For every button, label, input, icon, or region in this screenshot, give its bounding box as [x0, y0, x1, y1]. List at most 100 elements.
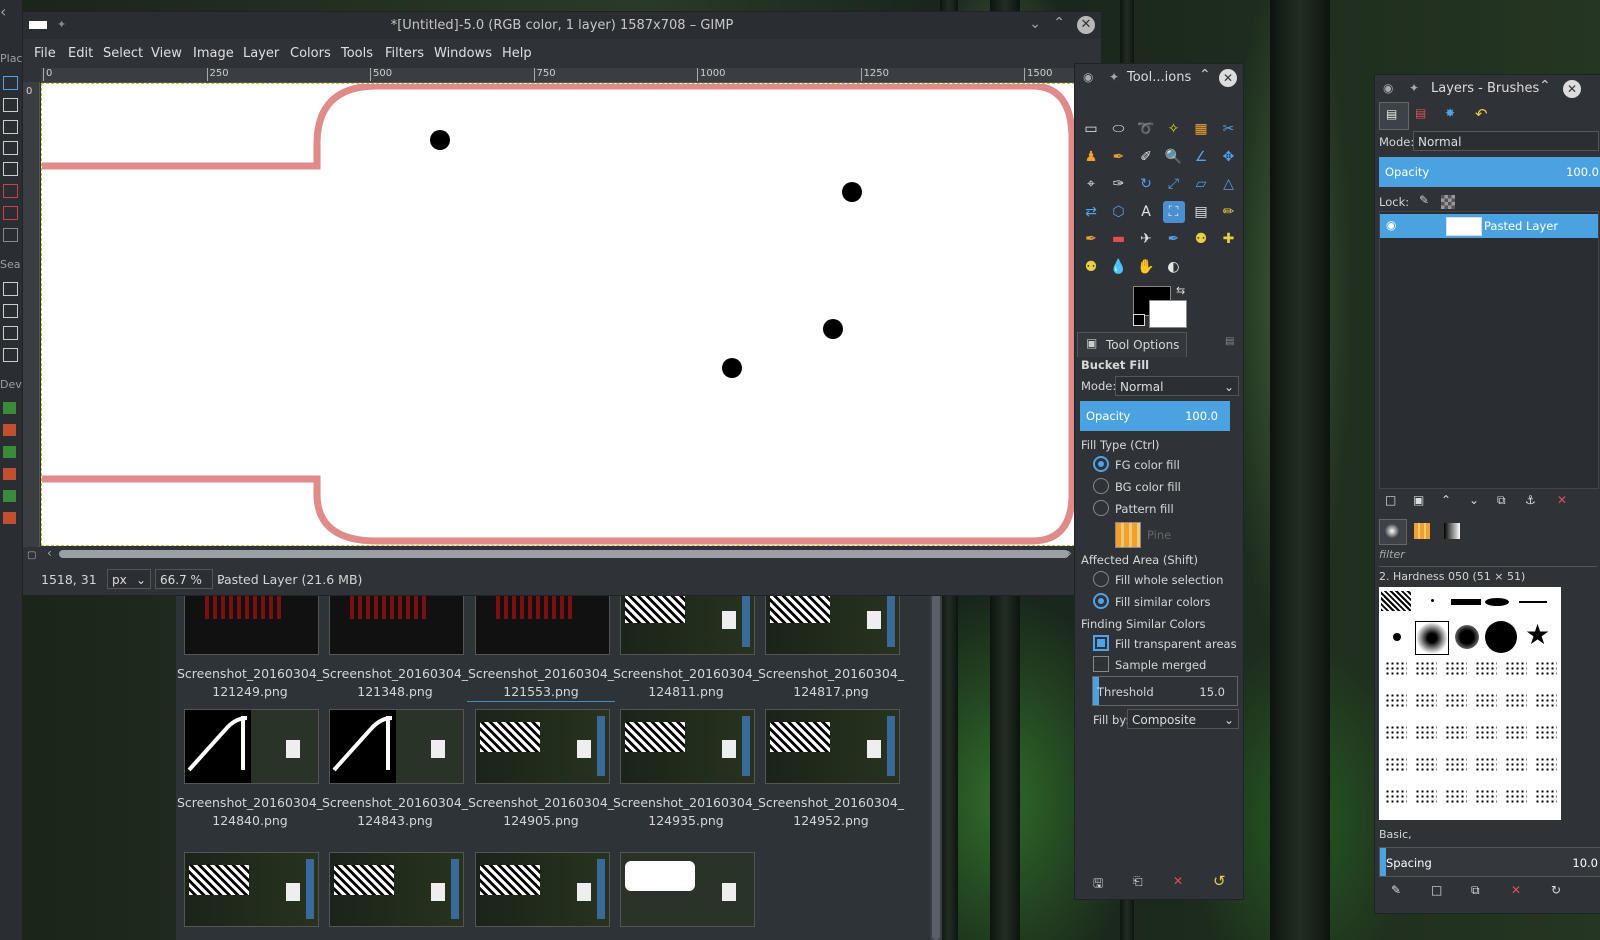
ink-icon[interactable]: ✒ [1163, 228, 1185, 250]
raise-layer-icon[interactable]: ⌃ [1441, 493, 1451, 507]
file-item[interactable]: Screenshot_20160304_ 124811.png [612, 580, 760, 701]
refresh-brushes-icon[interactable]: ↻ [1551, 883, 1561, 897]
trash-icon[interactable] [3, 184, 18, 198]
brush-preset[interactable] [1535, 789, 1557, 805]
brush-preset[interactable] [1475, 757, 1497, 773]
file-item[interactable] [467, 852, 615, 937]
text-icon[interactable]: A [1135, 201, 1157, 223]
anchor-layer-icon[interactable]: ⚓ [1525, 493, 1536, 507]
pattern-swatch[interactable] [1115, 522, 1141, 548]
brush-preset[interactable] [1475, 661, 1497, 677]
mode-select[interactable]: Normal ⌄ [1115, 376, 1239, 396]
brush-preset[interactable] [1381, 591, 1411, 611]
default-colors-icon[interactable] [1133, 314, 1145, 326]
menu-layer[interactable]: Layer [243, 46, 279, 61]
brush-preset[interactable] [1393, 633, 1401, 641]
threshold-slider[interactable]: Threshold 15.0 [1092, 676, 1238, 706]
layer-mode-select[interactable]: Normal [1413, 131, 1599, 151]
zoom-icon[interactable]: 🔍 [1163, 146, 1185, 168]
collapse-icon[interactable]: ⌃ [1199, 67, 1211, 83]
brush-preset[interactable] [1445, 757, 1467, 773]
fill-transparent-checkbox[interactable] [1093, 635, 1109, 651]
drive-icon[interactable] [3, 446, 16, 458]
unit-select[interactable]: px ⌄ [107, 569, 151, 589]
new-layer-group-icon[interactable]: ▣ [1413, 493, 1424, 507]
brush-preset[interactable] [1475, 789, 1497, 805]
delete-options-icon[interactable]: ✕ [1173, 874, 1183, 888]
menu-image[interactable]: Image [193, 46, 234, 61]
sample-merged-checkbox[interactable] [1093, 656, 1109, 672]
navigate-icon[interactable]: ▢ [27, 550, 36, 561]
file-item[interactable]: Screenshot_20160304_ 124905.png [467, 709, 615, 830]
fill-similar-colors-radio[interactable] [1093, 593, 1109, 609]
free-select-icon[interactable]: ➰ [1135, 118, 1157, 140]
horizontal-ruler[interactable]: 0 250 500 750 1000 1250 1500 [41, 68, 1081, 83]
file-item[interactable]: Screenshot_20160304_ 124843.png [321, 709, 469, 830]
brush-preset[interactable] [1385, 693, 1407, 709]
bg-fill-radio[interactable] [1093, 478, 1109, 494]
brush-preset[interactable] [1535, 757, 1557, 773]
tab-brushes[interactable] [1379, 519, 1407, 545]
fg-fill-radio[interactable] [1093, 456, 1109, 472]
brush-preset[interactable] [1535, 661, 1557, 677]
image-icon[interactable] [3, 304, 18, 318]
pin-icon[interactable]: ✦ [1409, 81, 1419, 95]
delete-brush-icon[interactable]: ✕ [1511, 883, 1521, 897]
duplicate-layer-icon[interactable]: ⧉ [1497, 493, 1506, 508]
file-item[interactable] [176, 852, 324, 937]
close-icon[interactable]: ✕ [1219, 69, 1237, 87]
brush-preset[interactable] [1519, 601, 1547, 603]
brush-filter-input[interactable]: filter [1379, 548, 1597, 567]
menu-tools[interactable]: Tools [341, 46, 373, 61]
opacity-slider[interactable]: Opacity 100.0 [1080, 401, 1230, 431]
brush-preset[interactable] [1445, 789, 1467, 805]
tab-patterns[interactable] [1409, 519, 1435, 543]
file-item[interactable]: Screenshot_20160304_ 124952.png [757, 709, 905, 830]
menu-windows[interactable]: Windows [434, 46, 492, 61]
pencil-icon[interactable]: ✏ [1218, 201, 1240, 223]
file-browser-scroll-thumb[interactable] [932, 594, 940, 940]
clone-icon[interactable]: ⚉ [1190, 228, 1212, 250]
scissors-icon[interactable]: ✂ [1218, 118, 1240, 140]
layer-row[interactable]: ◉ Pasted Layer [1380, 214, 1598, 238]
layer-opacity-slider[interactable]: Opacity 100.0 [1379, 157, 1600, 187]
brush-preset[interactable] [1455, 625, 1479, 649]
brush-preset[interactable] [1385, 757, 1407, 773]
folder-icon[interactable] [3, 162, 18, 176]
rect-select-icon[interactable]: ▭ [1080, 118, 1102, 140]
brush-preset[interactable] [1475, 725, 1497, 741]
lock-pixels-icon[interactable]: ✎ [1419, 193, 1429, 207]
lower-layer-icon[interactable]: ⌄ [1469, 493, 1479, 507]
file-item[interactable]: Screenshot_20160304_ 121553.png [467, 580, 615, 702]
pattern-fill-radio[interactable] [1093, 500, 1109, 516]
brush-preset[interactable] [1445, 725, 1467, 741]
spacing-slider[interactable]: Spacing 10.0 [1379, 847, 1600, 877]
tab-tool-options[interactable]: ▣ Tool Options [1077, 332, 1187, 357]
brush-grid[interactable]: ★ [1379, 587, 1561, 820]
brush-preset[interactable] [1475, 693, 1497, 709]
perspective-icon[interactable]: △ [1218, 173, 1240, 195]
tab-menu-icon[interactable]: ▤ [1225, 336, 1234, 347]
brush-preset[interactable] [1415, 789, 1437, 805]
heal-icon[interactable]: ✚ [1218, 228, 1240, 250]
menu-view[interactable]: View [151, 46, 182, 61]
menu-file[interactable]: File [34, 46, 56, 61]
edit-brush-icon[interactable]: ✎ [1391, 883, 1401, 897]
file-item[interactable]: Screenshot_20160304_ 124840.png [176, 709, 324, 830]
ellipse-select-icon[interactable]: ⬭ [1108, 118, 1130, 140]
document-icon[interactable] [3, 120, 18, 134]
duplicate-brush-icon[interactable]: ⧉ [1471, 883, 1480, 898]
brush-preset[interactable] [1445, 693, 1467, 709]
drive-icon[interactable] [3, 490, 16, 502]
close-icon[interactable]: ✕ [1077, 16, 1095, 34]
restore-options-icon[interactable]: ⎗ [1133, 874, 1143, 889]
brush-preset[interactable] [1535, 725, 1557, 741]
fill-whole-selection-radio[interactable] [1093, 571, 1109, 587]
close-icon[interactable]: ✕ [1563, 80, 1581, 98]
drive-icon[interactable] [3, 424, 16, 436]
brush-preset[interactable] [1431, 599, 1434, 602]
new-brush-icon[interactable]: □ [1431, 883, 1442, 897]
tab-paths[interactable]: ✸ [1439, 102, 1467, 128]
lock-alpha-icon[interactable] [1441, 195, 1455, 209]
tab-undo-history[interactable]: ↶ [1469, 102, 1497, 128]
